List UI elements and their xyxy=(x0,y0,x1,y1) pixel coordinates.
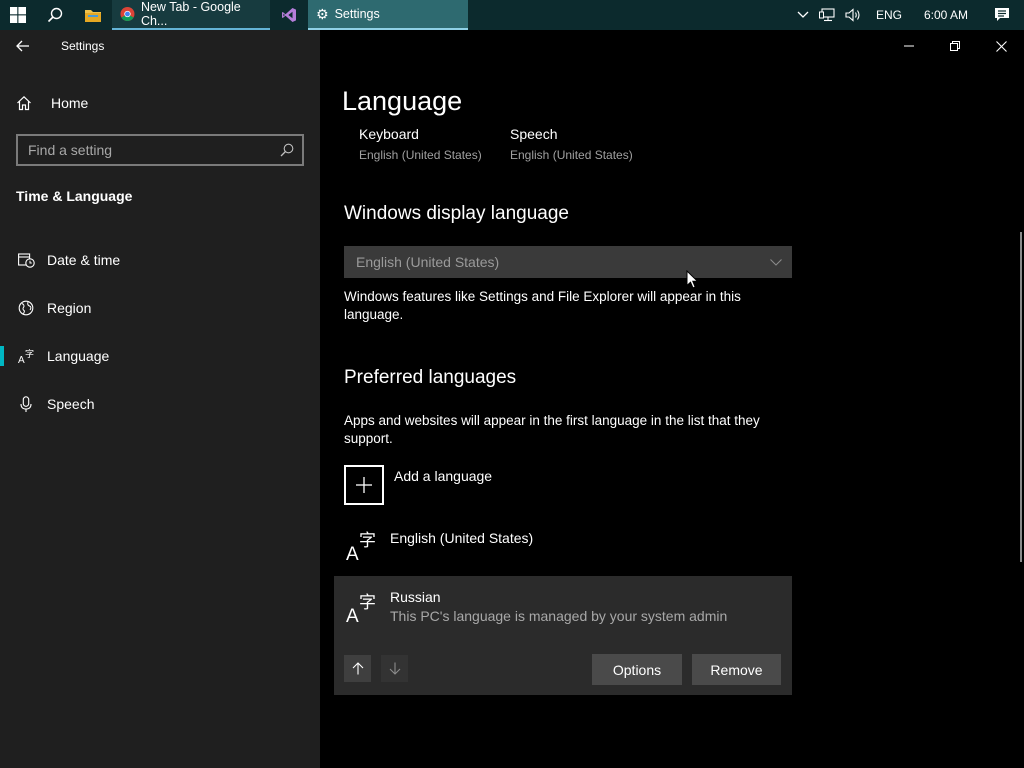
speech-value: English (United States) xyxy=(510,148,633,162)
gear-icon: ⚙ xyxy=(316,6,329,22)
minimize-icon xyxy=(904,45,914,47)
search-icon[interactable] xyxy=(280,143,294,157)
visual-studio-icon xyxy=(282,8,296,22)
sidebar-item-label: Date & time xyxy=(47,252,121,268)
action-center-button[interactable] xyxy=(980,0,1024,30)
preferred-languages-heading: Preferred languages xyxy=(344,367,517,388)
calendar-clock-icon xyxy=(16,252,36,268)
language-icon: A 字 xyxy=(346,531,376,562)
windows-logo-icon xyxy=(10,7,26,23)
display-language-dropdown[interactable]: English (United States) xyxy=(344,246,792,278)
language-icon: A 字 xyxy=(346,593,376,624)
add-language-button[interactable]: Add a language xyxy=(344,465,492,505)
chevron-up-icon xyxy=(797,11,809,18)
svg-text:A: A xyxy=(18,355,25,364)
arrow-left-icon xyxy=(16,40,29,52)
display-language-selected: English (United States) xyxy=(356,254,500,270)
sidebar-item-label: Language xyxy=(47,348,110,364)
network-tray-button[interactable] xyxy=(814,0,840,30)
sidebar-item-home[interactable]: Home xyxy=(0,86,320,120)
sidebar-item-date-time[interactable]: Date & time xyxy=(0,236,320,284)
system-tray: ENG 6:00 AM xyxy=(792,0,1024,30)
sidebar-nav-list: Date & time Region A 字 Language Speech xyxy=(0,236,320,428)
home-icon xyxy=(16,95,36,111)
keyboard-value: English (United States) xyxy=(359,148,482,162)
svg-text:A: A xyxy=(346,606,359,624)
search-icon xyxy=(47,7,63,23)
language-name: Russian xyxy=(390,589,441,605)
move-down-button[interactable] xyxy=(381,655,408,682)
settings-content: Language Keyboard English (United States… xyxy=(320,30,1024,768)
search-input[interactable] xyxy=(28,142,280,158)
svg-text:A: A xyxy=(346,544,359,562)
chevron-down-icon xyxy=(770,258,782,266)
taskbar-settings-app[interactable]: ⚙ Settings xyxy=(308,0,468,30)
language-item-text: Russian This PC's language is managed by… xyxy=(390,589,727,624)
file-explorer-button[interactable] xyxy=(74,0,112,30)
globe-icon xyxy=(16,300,36,316)
volume-tray-button[interactable] xyxy=(840,0,866,30)
sidebar-item-language[interactable]: A 字 Language xyxy=(0,332,320,380)
show-hidden-icons-button[interactable] xyxy=(792,0,814,30)
language-name: English (United States) xyxy=(390,530,534,546)
display-language-heading: Windows display language xyxy=(344,203,569,224)
speech-quick-link[interactable]: Speech English (United States) xyxy=(510,126,633,162)
language-item-russian[interactable]: A 字 Russian This PC's language is manage… xyxy=(334,576,792,695)
restore-button[interactable] xyxy=(932,30,978,62)
chrome-icon xyxy=(120,6,135,22)
language-icon: A 字 xyxy=(16,348,36,364)
move-up-button[interactable] xyxy=(344,655,371,682)
display-language-description: Windows features like Settings and File … xyxy=(344,289,741,322)
restore-icon xyxy=(950,41,960,51)
speaker-icon xyxy=(845,8,860,22)
mouse-pointer-icon xyxy=(686,270,698,289)
start-button[interactable] xyxy=(0,0,36,30)
keyboard-label: Keyboard xyxy=(359,126,419,142)
sidebar-item-speech[interactable]: Speech xyxy=(0,380,320,428)
language-managed-note: This PC's language is managed by your sy… xyxy=(390,608,728,624)
settings-app-label: Settings xyxy=(334,7,380,21)
close-button[interactable] xyxy=(978,30,1024,62)
taskbar-chrome-app[interactable]: New Tab - Google Ch... xyxy=(112,0,270,30)
search-box xyxy=(16,134,304,166)
settings-sidebar: Settings Home Time & Language xyxy=(0,30,320,768)
sidebar-item-region[interactable]: Region xyxy=(0,284,320,332)
input-language-indicator[interactable]: ENG xyxy=(866,0,912,30)
microphone-icon xyxy=(16,395,36,413)
keyboard-quick-link[interactable]: Keyboard English (United States) xyxy=(359,126,482,162)
taskbar: New Tab - Google Ch... ⚙ Settings ENG 6:… xyxy=(0,0,1024,30)
language-item-text: English (United States) xyxy=(390,530,533,546)
arrow-down-icon xyxy=(389,662,400,675)
sidebar-section-title: Time & Language xyxy=(16,188,133,204)
sidebar-item-label: Home xyxy=(51,95,89,111)
taskbar-visual-studio-app[interactable] xyxy=(270,0,308,30)
arrow-up-icon xyxy=(352,662,363,675)
titlebar: Settings xyxy=(0,30,320,62)
window-controls xyxy=(886,30,1024,62)
chrome-tab-label: New Tab - Google Ch... xyxy=(140,0,241,28)
sidebar-item-label: Speech xyxy=(47,396,95,412)
options-button[interactable]: Options xyxy=(592,654,682,685)
remove-button[interactable]: Remove xyxy=(692,654,781,685)
language-item-english[interactable]: A 字 English (United States) xyxy=(334,524,792,576)
preferred-languages-description: Apps and websites will appear in the fir… xyxy=(344,413,760,446)
plus-icon xyxy=(344,465,384,505)
folder-icon xyxy=(85,9,101,22)
network-icon xyxy=(818,8,835,22)
sidebar-item-label: Region xyxy=(47,300,92,316)
clock[interactable]: 6:00 AM xyxy=(912,0,980,30)
close-icon xyxy=(995,40,1007,52)
back-button[interactable] xyxy=(0,30,46,62)
add-language-label: Add a language xyxy=(394,468,493,484)
scrollbar-thumb[interactable] xyxy=(1020,232,1022,562)
svg-text:字: 字 xyxy=(25,348,34,360)
page-title: Language xyxy=(342,86,463,116)
svg-text:字: 字 xyxy=(359,593,376,613)
notification-icon xyxy=(995,8,1009,21)
minimize-button[interactable] xyxy=(886,30,932,62)
app-title: Settings xyxy=(61,39,105,53)
svg-text:字: 字 xyxy=(359,531,376,551)
taskbar-search-button[interactable] xyxy=(36,0,74,30)
speech-label: Speech xyxy=(510,126,558,142)
